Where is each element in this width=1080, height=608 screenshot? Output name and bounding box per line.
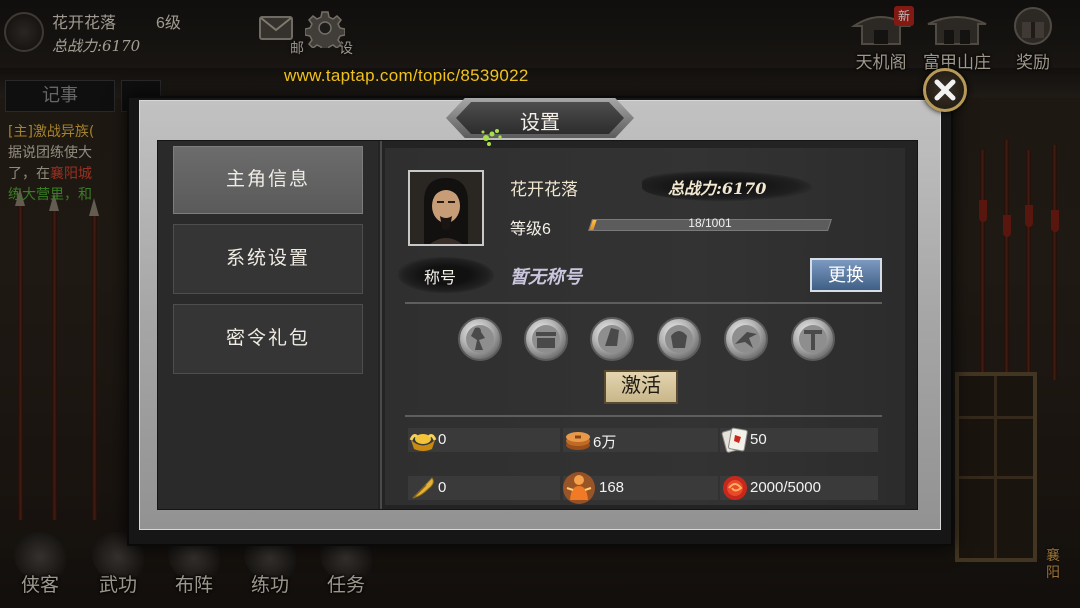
character-portrait[interactable] — [408, 170, 484, 246]
close-icon — [934, 79, 956, 101]
resource-copper: 6万 — [563, 428, 718, 452]
character-power: 总战力:6170 — [668, 179, 767, 198]
quill-icon — [412, 477, 434, 499]
title-value: 暂无称号 — [510, 267, 582, 288]
watermark-text: www.taptap.com/topic/8539022 — [284, 66, 529, 85]
emblem-3-icon[interactable] — [589, 316, 635, 362]
leaf-sparkle-icon — [481, 129, 502, 146]
section-divider — [405, 415, 882, 417]
resource-energy: 2000/5000 — [720, 476, 878, 500]
resource-hero: 168 — [563, 472, 718, 504]
activate-button[interactable]: 激活 — [604, 370, 678, 404]
emblem-4-icon[interactable] — [656, 316, 702, 362]
emblem-2-icon[interactable] — [523, 316, 569, 362]
resource-gold: 0 — [408, 428, 560, 452]
character-name: 花开花落 — [510, 180, 578, 199]
close-button[interactable] — [923, 68, 967, 112]
resource-value: 0 — [438, 431, 447, 448]
section-divider — [405, 302, 882, 304]
emblem-1-icon[interactable] — [457, 316, 503, 362]
resource-quill: 0 — [408, 476, 560, 500]
resource-value: 2000/5000 — [750, 479, 821, 496]
gold-ingot-icon — [409, 434, 437, 451]
menu-secret-gift[interactable]: 密令礼包 — [173, 304, 363, 374]
menu-divider — [380, 141, 382, 509]
red-orb-icon — [723, 476, 747, 500]
exp-text: 18/1001 — [688, 216, 732, 230]
copper-coin-icon — [566, 432, 590, 450]
portrait-image — [410, 172, 482, 244]
resource-value: 50 — [750, 431, 767, 448]
resource-value: 168 — [599, 479, 625, 496]
resource-value: 6万 — [593, 434, 617, 451]
character-level: 等级6 — [510, 221, 551, 238]
menu-character-info[interactable]: 主角信息 — [173, 146, 363, 214]
hero-icon — [563, 472, 595, 504]
resource-value: 0 — [438, 479, 447, 496]
card-icon — [721, 427, 748, 453]
change-title-button[interactable]: 更换 — [810, 258, 882, 292]
menu-system-settings[interactable]: 系统设置 — [173, 224, 363, 294]
title-label: 称号 — [424, 270, 457, 287]
emblem-5-icon[interactable] — [723, 316, 769, 362]
emblem-6-icon[interactable] — [790, 316, 836, 362]
resource-cards: 50 — [720, 427, 878, 453]
